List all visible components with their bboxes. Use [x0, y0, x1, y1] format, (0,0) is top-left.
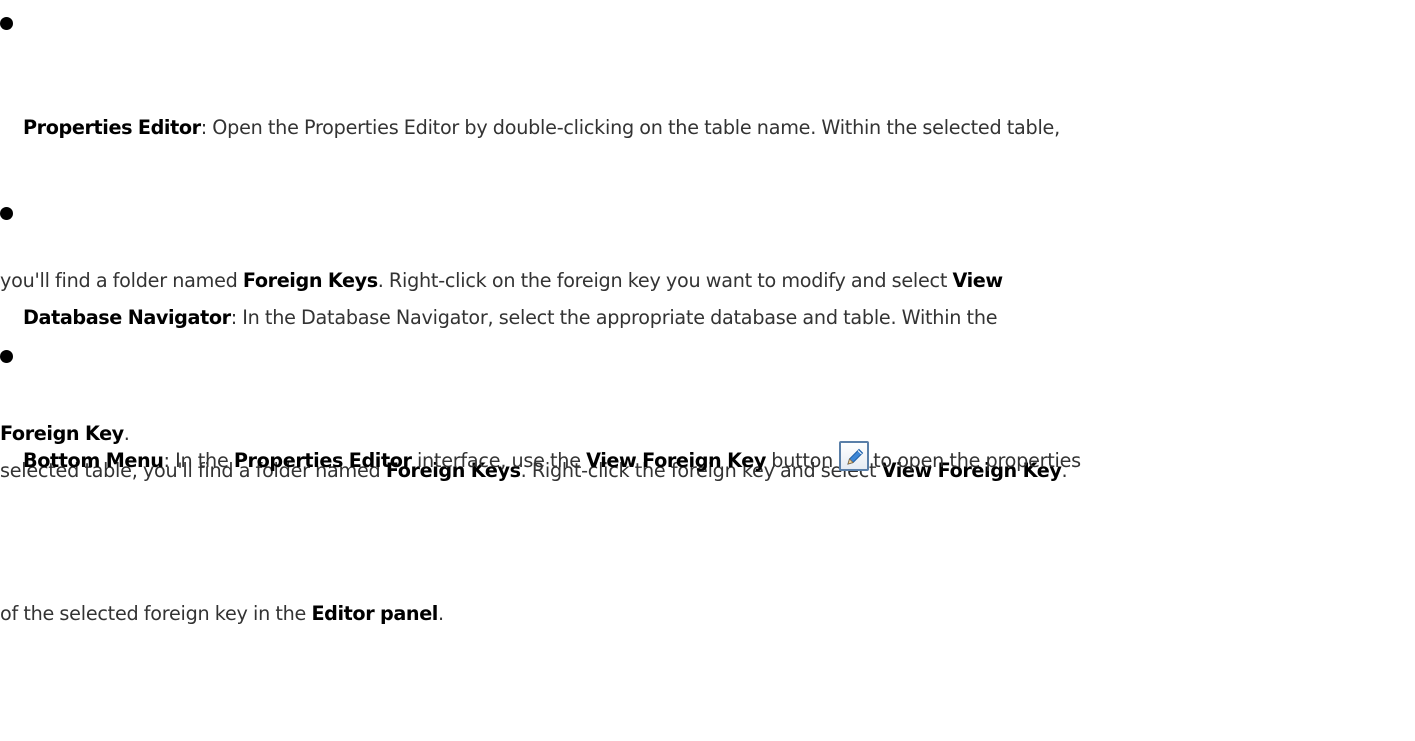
term-editor-panel: Editor panel	[311, 602, 438, 625]
term-properties-editor: Properties Editor	[233, 449, 412, 472]
term-view-foreign-key: View Foreign Key	[586, 449, 766, 472]
bullet-icon	[0, 350, 13, 363]
term-database-navigator: Database Navigator	[23, 306, 231, 329]
bullet-icon	[0, 17, 13, 30]
bullet-icon	[0, 207, 13, 220]
term-properties-editor: Properties Editor	[23, 116, 201, 139]
term-bottom-menu: Bottom Menu	[23, 449, 164, 472]
list-item-text: Bottom Menu: In the Properties Editor in…	[0, 333, 1413, 741]
pencil-icon	[839, 441, 870, 471]
